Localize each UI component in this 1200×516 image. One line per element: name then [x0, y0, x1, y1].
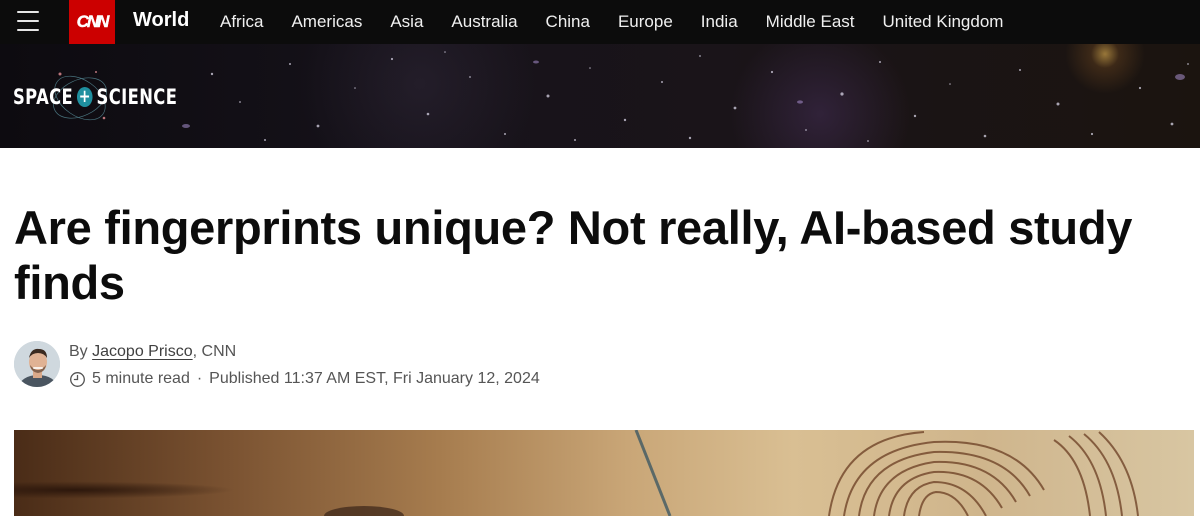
hero-image-fingerprint[interactable] — [14, 430, 1194, 516]
hamburger-menu-icon[interactable] — [17, 11, 39, 31]
read-time: 5 minute read — [92, 370, 190, 387]
nav-link-india[interactable]: India — [701, 12, 738, 32]
nav-link-middle-east[interactable]: Middle East — [766, 12, 855, 32]
article-headline: Are fingerprints unique? Not really, AI-… — [14, 201, 1133, 309]
byline-prefix: By — [69, 343, 93, 360]
section-banner: SPACE + SCIENCE — [0, 44, 1200, 148]
nav-links: Africa Americas Asia Australia China Eur… — [220, 12, 1031, 32]
author-link[interactable]: Jacopo Prisco — [92, 343, 193, 360]
nav-link-europe[interactable]: Europe — [618, 12, 673, 32]
top-nav-bar: CNN World Africa Americas Asia Australia… — [0, 0, 1200, 44]
nav-link-americas[interactable]: Americas — [291, 12, 362, 32]
nav-link-asia[interactable]: Asia — [390, 12, 423, 32]
cnn-logo-text: CNN — [76, 12, 109, 31]
byline-source: , CNN — [192, 343, 237, 360]
nav-section-world[interactable]: World — [133, 9, 189, 32]
fingerprint-illustration — [324, 430, 1139, 516]
section-logo-space-science[interactable]: SPACE + SCIENCE — [13, 85, 177, 109]
starfield-background — [53, 51, 1189, 142]
nav-link-africa[interactable]: Africa — [220, 12, 263, 32]
section-logo-science: SCIENCE — [96, 85, 178, 109]
section-logo-space: SPACE — [13, 85, 74, 109]
byline: By Jacopo Prisco, CNN — [69, 343, 236, 361]
meta-separator: · — [196, 370, 203, 387]
author-avatar[interactable] — [14, 341, 60, 387]
cnn-logo[interactable]: CNN — [69, 0, 115, 44]
clock-icon — [70, 371, 85, 387]
published-date: Published 11:37 AM EST, Fri January 12, … — [209, 370, 540, 387]
article-meta: 5 minute read · Published 11:37 AM EST, … — [69, 370, 540, 388]
nav-link-australia[interactable]: Australia — [451, 12, 517, 32]
nav-link-united-kingdom[interactable]: United Kingdom — [883, 12, 1004, 32]
author-portrait-image — [14, 341, 60, 387]
nav-link-china[interactable]: China — [546, 12, 590, 32]
plus-circle-icon: + — [77, 86, 93, 107]
